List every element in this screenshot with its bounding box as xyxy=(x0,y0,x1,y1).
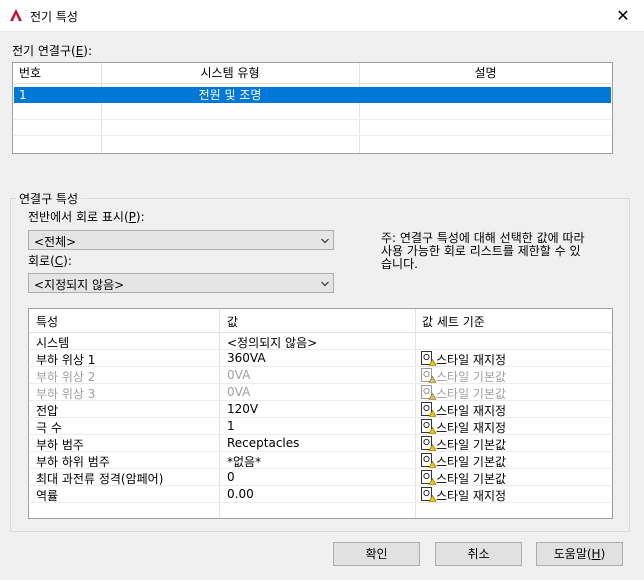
property-row[interactable]: 부하 범주 Receptacles 스타일 기본값 xyxy=(30,435,611,452)
property-basis: 스타일 재지정 xyxy=(436,421,507,435)
property-value[interactable]: <정의되지 않음> xyxy=(227,334,317,351)
property-value[interactable]: *없음* xyxy=(227,453,261,470)
style-source-icon xyxy=(421,470,436,485)
column-header-system-type[interactable]: 시스템 유형 xyxy=(101,63,359,83)
autocad-logo-icon: A xyxy=(10,9,22,22)
connectors-label: 전기 연결구(E): xyxy=(12,44,93,58)
panel-dropdown[interactable]: <전체> xyxy=(28,230,334,250)
property-row[interactable]: 부하 위상 3 0VA 스타일 기본값 xyxy=(30,384,611,401)
property-name: 부하 하위 범주 xyxy=(36,455,110,469)
property-name: 최대 과전류 정격(암페어) xyxy=(36,472,164,486)
property-name: 극 수 xyxy=(36,421,62,435)
column-header-number[interactable]: 번호 xyxy=(19,63,41,83)
style-source-icon xyxy=(421,436,436,451)
connector-number: 1 xyxy=(19,88,27,102)
property-value[interactable]: 0.00 xyxy=(227,487,254,501)
property-basis: 스타일 기본값 xyxy=(436,387,507,401)
style-source-icon xyxy=(421,453,436,468)
property-row[interactable]: 부하 위상 2 0VA 스타일 기본값 xyxy=(30,367,611,384)
ok-button[interactable]: 확인 xyxy=(333,542,420,566)
property-row[interactable]: 시스템 <정의되지 않음> xyxy=(30,333,611,350)
column-header-property[interactable]: 특성 xyxy=(36,313,58,330)
help-button[interactable]: 도움말(H) xyxy=(536,542,623,566)
property-value[interactable]: 1 xyxy=(227,419,235,433)
property-value[interactable]: Receptacles xyxy=(227,436,299,450)
column-header-basis[interactable]: 값 세트 기준 xyxy=(422,313,485,330)
property-basis: 스타일 기본값 xyxy=(436,370,507,384)
property-name: 역률 xyxy=(36,489,59,503)
property-name: 부하 위상 3 xyxy=(36,387,96,401)
circuit-dropdown-value: <지정되지 않음> xyxy=(34,278,125,292)
style-source-icon xyxy=(421,368,436,383)
property-basis: 스타일 기본값 xyxy=(436,438,507,452)
circuit-note: 주: 연결구 특성에 대해 선택한 값에 따라 사용 가능한 회로 리스트를 제… xyxy=(381,231,585,271)
connector-system-type: 전원 및 조명 xyxy=(198,88,262,102)
window-title: 전기 특성 xyxy=(30,10,78,24)
column-header-value[interactable]: 값 xyxy=(227,313,238,330)
connectors-list[interactable]: 번호 시스템 유형 설명 1 전원 및 조명 xyxy=(12,62,613,154)
property-row[interactable]: 부하 하위 범주 *없음* 스타일 기본값 xyxy=(30,452,611,469)
property-value[interactable]: 0VA xyxy=(227,385,250,399)
connector-row[interactable]: 1 전원 및 조명 xyxy=(14,87,611,103)
property-basis: 스타일 기본값 xyxy=(436,472,507,486)
property-basis: 스타일 재지정 xyxy=(436,489,507,503)
style-source-icon xyxy=(421,419,436,434)
property-name: 부하 위상 1 xyxy=(36,353,96,367)
panel-circuit-label: 전반에서 회로 표시(P): xyxy=(28,210,145,224)
chevron-down-icon xyxy=(321,281,329,287)
property-basis: 스타일 재지정 xyxy=(436,353,507,367)
property-value[interactable]: 0VA xyxy=(227,368,250,382)
connectors-list-header: 번호 시스템 유형 설명 xyxy=(13,63,612,84)
property-name: 전압 xyxy=(36,404,59,418)
property-row[interactable]: 역률 0.00 스타일 재지정 xyxy=(30,486,611,503)
cancel-button[interactable]: 취소 xyxy=(435,542,522,566)
style-source-icon xyxy=(421,402,436,417)
property-basis: 스타일 기본값 xyxy=(436,455,507,469)
property-row[interactable]: 극 수 1 스타일 재지정 xyxy=(30,418,611,435)
style-source-icon xyxy=(421,487,436,502)
circuit-dropdown[interactable]: <지정되지 않음> xyxy=(28,273,334,293)
chevron-down-icon xyxy=(321,238,329,244)
column-header-description[interactable]: 설명 xyxy=(359,63,612,83)
properties-grid[interactable]: 특성 값 값 세트 기준 시스템 <정의되지 않음> 부하 위상 1 360VA 스타일… xyxy=(28,308,613,519)
property-value[interactable]: 360VA xyxy=(227,351,266,365)
connector-properties-title: 연결구 특성 xyxy=(16,190,82,207)
property-name: 부하 위상 2 xyxy=(36,370,96,384)
property-value[interactable]: 0 xyxy=(227,470,235,484)
title-bar: A 전기 특성 ✕ xyxy=(0,0,644,32)
circuit-label: 회로(C): xyxy=(28,254,72,268)
panel-dropdown-value: <전체> xyxy=(34,235,77,249)
properties-grid-header: 특성 값 값 세트 기준 xyxy=(29,309,612,333)
property-value[interactable]: 120V xyxy=(227,402,258,416)
property-name: 부하 범주 xyxy=(36,438,84,452)
property-basis: 스타일 재지정 xyxy=(436,404,507,418)
property-row[interactable]: 최대 과전류 정격(암페어) 0 스타일 기본값 xyxy=(30,469,611,486)
style-source-icon xyxy=(421,351,436,366)
close-button[interactable]: ✕ xyxy=(612,5,634,27)
property-row[interactable]: 부하 위상 1 360VA 스타일 재지정 xyxy=(30,350,611,367)
property-row[interactable]: 전압 120V 스타일 재지정 xyxy=(30,401,611,418)
style-source-icon xyxy=(421,385,436,400)
property-name: 시스템 xyxy=(36,336,70,350)
